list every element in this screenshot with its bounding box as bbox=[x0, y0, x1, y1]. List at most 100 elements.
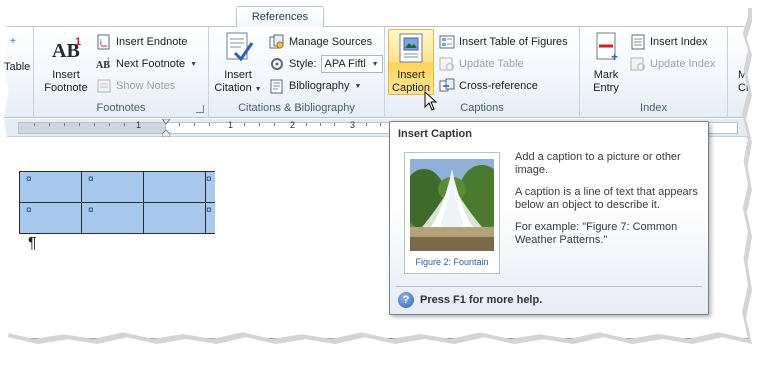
ruler-tick bbox=[244, 123, 245, 126]
tooltip-paragraph: Add a caption to a picture or other imag… bbox=[515, 151, 681, 176]
cell-marker: ¤ bbox=[88, 174, 94, 185]
end-of-row: ¤ bbox=[205, 171, 215, 203]
ruler-tick bbox=[109, 123, 110, 126]
ruler-tick bbox=[209, 123, 210, 126]
group-table-partial: Table + bbox=[4, 27, 34, 118]
ruler-number: 2 bbox=[290, 120, 296, 130]
update-index-button[interactable]: Update Index bbox=[630, 54, 715, 74]
ruler-tick bbox=[194, 123, 195, 126]
update-index-icon bbox=[630, 56, 646, 72]
ruler-tick bbox=[366, 123, 367, 126]
svg-text:1: 1 bbox=[75, 36, 81, 48]
mark-entry-icon: + bbox=[596, 32, 618, 64]
cross-reference-button[interactable]: Cross-reference bbox=[439, 76, 538, 96]
ribbon-tab-strip: References bbox=[4, 3, 748, 28]
style-dropdown[interactable]: APA Fiftl ▼ bbox=[320, 55, 383, 73]
mark-entry-line2: Entry bbox=[593, 82, 619, 94]
table-cell[interactable]: ¤ bbox=[19, 171, 82, 203]
show-notes-icon bbox=[96, 78, 112, 94]
insert-index-label: Insert Index bbox=[650, 36, 708, 48]
ruler-tick bbox=[320, 123, 321, 126]
next-footnote-button[interactable]: AB 1 Next Footnote ▼ bbox=[96, 54, 197, 74]
insert-citation-icon bbox=[226, 32, 254, 62]
row-end-marker: ¤ bbox=[206, 174, 212, 185]
table-cell[interactable] bbox=[143, 202, 206, 234]
footnotes-group-label: Footnotes bbox=[96, 102, 146, 114]
tooltip-title: Insert Caption bbox=[398, 128, 472, 140]
help-icon: ? bbox=[398, 292, 414, 308]
ruler-tick bbox=[79, 123, 80, 126]
table-cell[interactable]: ¤ bbox=[81, 171, 144, 203]
ruler-tick bbox=[259, 123, 260, 126]
insert-index-icon bbox=[630, 34, 646, 50]
svg-text:+: + bbox=[611, 50, 618, 64]
chevron-down-icon: ▼ bbox=[354, 82, 362, 90]
bibliography-label: Bibliography bbox=[289, 80, 350, 92]
show-notes-button[interactable]: Show Notes bbox=[96, 76, 175, 96]
row-end-marker: ¤ bbox=[206, 205, 212, 216]
group-captions: Insert Caption Insert Table of Figures U… bbox=[385, 27, 580, 118]
ruler-tick bbox=[64, 123, 65, 126]
ruler-tick bbox=[49, 123, 50, 126]
table-of-figures-icon bbox=[439, 34, 455, 50]
footnotes-dialog-launcher-icon[interactable] bbox=[196, 105, 204, 113]
insert-footnote-line2: Footnote bbox=[44, 82, 88, 94]
indent-marker-icon[interactable] bbox=[162, 119, 170, 137]
footnote-ab-icon: AB 1 bbox=[52, 36, 81, 62]
cell-marker: ¤ bbox=[88, 205, 94, 216]
style-icon bbox=[269, 56, 285, 72]
insert-citation-line2-text: Citation bbox=[214, 82, 252, 94]
table-cell[interactable] bbox=[143, 171, 206, 203]
screenshot-sheet: References Table + AB 1 Insert Footnote … bbox=[4, 3, 748, 339]
paragraph-mark: ¶ bbox=[28, 235, 37, 252]
ruler-number: 3 bbox=[350, 120, 356, 130]
mark-entry-button[interactable]: + Mark Entry bbox=[584, 31, 628, 95]
tooltip-paragraph: A caption is a line of text that appears… bbox=[515, 186, 698, 211]
insert-footnote-line1: Insert bbox=[52, 69, 80, 81]
table-cell[interactable]: ¤ bbox=[19, 202, 82, 234]
table-row: ¤ ¤ ¤ bbox=[19, 171, 215, 203]
bibliography-button[interactable]: Bibliography ▼ bbox=[269, 76, 361, 96]
table-cell[interactable]: ¤ bbox=[81, 202, 144, 234]
group-citations: Insert Citation ▼ Manage Sources Style: … bbox=[209, 27, 385, 118]
insert-citation-line2: Citation ▼ bbox=[213, 82, 263, 96]
update-table-button[interactable]: Update Table bbox=[439, 54, 524, 74]
tooltip-divider bbox=[396, 286, 702, 287]
chevron-down-icon: ▼ bbox=[190, 60, 198, 68]
insert-footnote-button[interactable]: AB 1 Insert Footnote bbox=[40, 31, 92, 95]
ruler-tick bbox=[380, 123, 381, 126]
update-table-label: Update Table bbox=[459, 58, 524, 70]
insert-caption-line1: Insert bbox=[397, 69, 425, 81]
insert-table-of-figures-button[interactable]: Insert Table of Figures bbox=[439, 32, 568, 52]
manage-sources-button[interactable]: Manage Sources bbox=[269, 32, 372, 52]
ruler-tick bbox=[94, 123, 95, 126]
group-footnotes: AB 1 Insert Footnote i Insert Endnote AB… bbox=[34, 27, 209, 118]
ruler-number: 1 bbox=[136, 120, 142, 130]
table-partial-button[interactable]: Table bbox=[4, 57, 30, 77]
ruler-margin bbox=[18, 122, 166, 134]
update-table-icon bbox=[439, 56, 455, 72]
citations-group-label: Citations & Bibliography bbox=[238, 102, 355, 114]
table-partial-icon: + bbox=[10, 35, 16, 47]
insert-citation-button[interactable]: Insert Citation ▼ bbox=[213, 31, 263, 96]
insert-index-button[interactable]: Insert Index bbox=[630, 32, 707, 52]
tab-references[interactable]: References bbox=[236, 6, 324, 28]
doc-table[interactable]: ¤ ¤ ¤ ¤ ¤ ¤ bbox=[19, 171, 215, 234]
style-label: Style: bbox=[289, 58, 317, 70]
ruler-tick bbox=[306, 123, 307, 126]
ruler-number: 1 bbox=[228, 120, 234, 130]
svg-text:1: 1 bbox=[107, 58, 111, 64]
ruler-tick bbox=[179, 123, 180, 126]
chevron-down-icon: ▼ bbox=[371, 60, 379, 68]
endnote-icon: i bbox=[96, 34, 112, 50]
insert-caption-button[interactable]: Insert Caption bbox=[388, 29, 434, 95]
ruler-tick bbox=[334, 123, 335, 126]
style-selector: Style: APA Fiftl ▼ bbox=[269, 54, 383, 74]
cross-reference-icon bbox=[439, 78, 455, 94]
ruler-tick bbox=[274, 123, 275, 126]
help-text: Press F1 for more help. bbox=[420, 294, 543, 306]
cell-marker: ¤ bbox=[26, 174, 32, 185]
insert-caption-icon bbox=[399, 33, 423, 63]
chevron-down-icon: ▼ bbox=[252, 86, 262, 93]
insert-endnote-button[interactable]: i Insert Endnote bbox=[96, 32, 188, 52]
